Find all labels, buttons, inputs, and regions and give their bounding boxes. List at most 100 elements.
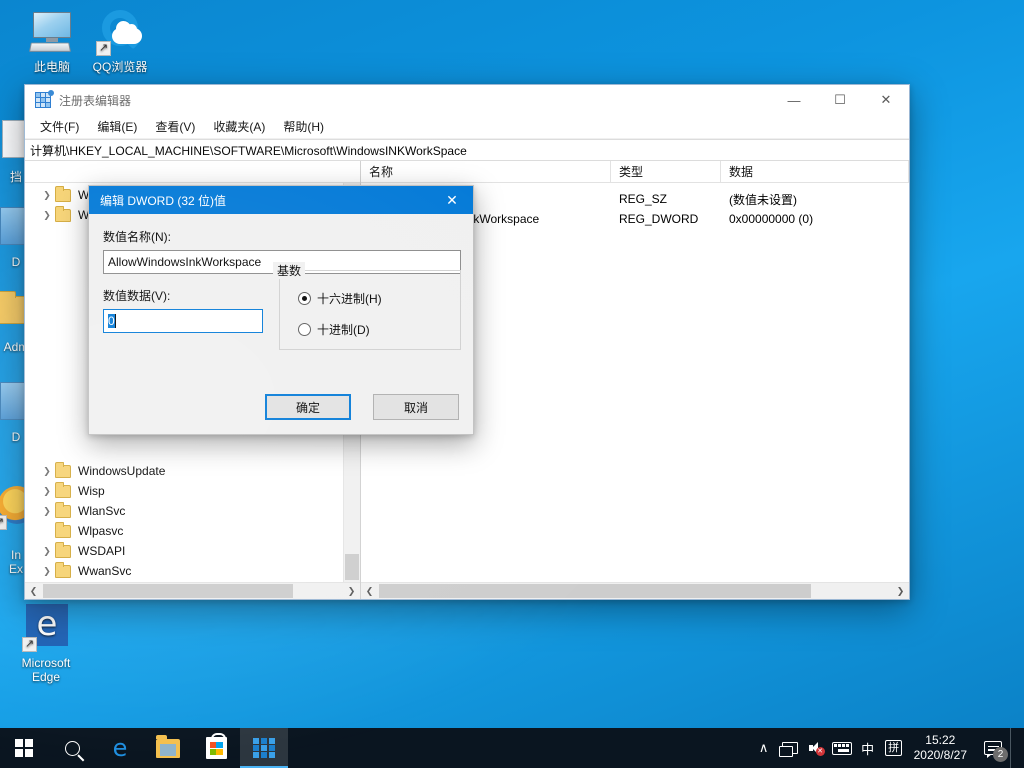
tree-node-label: WlanSvc [78, 504, 126, 518]
chevron-right-icon[interactable]: ❯ [39, 190, 55, 201]
volume-button[interactable]: ✕ [803, 728, 829, 768]
network-button[interactable] [777, 728, 803, 768]
edit-dword-dialog[interactable]: 编辑 DWORD (32 位)值 ✕ 数值名称(N): AllowWindows… [88, 185, 474, 435]
registry-editor-icon [35, 90, 54, 108]
value-data: (数值未设置) [729, 192, 797, 207]
dialog-buttons: 确定 取消 [265, 394, 459, 420]
notification-badge: 2 [993, 747, 1008, 762]
action-center-button[interactable]: 2 [976, 728, 1010, 768]
scroll-right-icon[interactable]: ❯ [892, 583, 909, 599]
menubar[interactable]: 文件(F) 编辑(E) 查看(V) 收藏夹(A) 帮助(H) [25, 115, 909, 139]
value-data-input[interactable]: 0 [103, 309, 263, 333]
dialog-body: 数值名称(N): AllowWindowsInkWorkspace 数值数据(V… [89, 214, 473, 434]
pinyin-label: 拼 [885, 740, 903, 756]
start-button[interactable] [0, 728, 48, 768]
tree-node-label: WindowsUpdate [78, 464, 166, 478]
tree-node[interactable]: ❯ Wisp [25, 481, 343, 501]
chevron-right-icon[interactable]: ❯ [39, 506, 55, 517]
window-titlebar[interactable]: 注册表编辑器 — ☐ ✕ [25, 85, 909, 115]
radio-button-icon[interactable] [298, 323, 311, 336]
dialog-titlebar[interactable]: 编辑 DWORD (32 位)值 ✕ [89, 186, 473, 214]
desktop-icon-qq-browser[interactable]: ↗ QQ浏览器 [82, 8, 158, 74]
tree-node[interactable]: ❯ WSDAPI [25, 541, 343, 561]
menu-item-view[interactable]: 查看(V) [146, 115, 204, 138]
scrollbar-thumb[interactable] [379, 584, 811, 598]
value-name-label: 数值名称(N): [103, 230, 171, 244]
column-header-type[interactable]: 类型 [611, 161, 721, 182]
system-tray[interactable]: ∧ ✕ 中 拼 15:22 2020/8/27 2 [751, 728, 1024, 768]
dialog-title: 编辑 DWORD (32 位)值 [100, 193, 227, 208]
menu-item-edit[interactable]: 编辑(E) [88, 115, 146, 138]
tree-node-label: WwanSvc [78, 564, 132, 578]
folder-icon [55, 481, 71, 498]
taskbar-edge[interactable]: e [96, 728, 144, 768]
menu-item-favorites[interactable]: 收藏夹(A) [204, 115, 274, 138]
tree-node[interactable]: ❯ WindowsUpdate [25, 461, 343, 481]
column-header-name[interactable]: 名称 [361, 161, 611, 182]
tree-node-selected[interactable]: WindowsINKWorkSpace [25, 581, 343, 582]
scroll-right-icon[interactable]: ❯ [343, 583, 360, 599]
clock-time: 15:22 [925, 733, 956, 747]
desktop[interactable]: 此电脑 ↗ QQ浏览器 挡 D Adm D ↗ In Ex e ↗ Mi [0, 0, 1024, 768]
dialog-close-button[interactable]: ✕ [431, 186, 473, 214]
desktop-icon-microsoft-edge[interactable]: e ↗ Microsoft Edge [8, 604, 84, 684]
minimize-button[interactable]: — [771, 85, 817, 115]
chevron-right-icon[interactable]: ❯ [39, 486, 55, 497]
radio-button-icon[interactable] [298, 292, 311, 305]
chevron-right-icon[interactable]: ❯ [39, 566, 55, 577]
cancel-button[interactable]: 取消 [373, 394, 459, 420]
value-type: REG_SZ [619, 192, 668, 206]
text-caret [114, 314, 116, 328]
taskbar-microsoft-store[interactable] [192, 728, 240, 768]
tree-horizontal-scrollbar[interactable]: ❮ ❯ [25, 582, 360, 599]
clock[interactable]: 15:22 2020/8/27 [907, 728, 976, 768]
shortcut-arrow-icon: ↗ [96, 41, 111, 56]
scroll-left-icon[interactable]: ❮ [361, 583, 378, 599]
taskbar-regedit[interactable] [240, 728, 288, 768]
store-icon [205, 733, 227, 759]
tree-node[interactable]: ❯ WwanSvc [25, 561, 343, 581]
taskbar-file-explorer[interactable] [144, 728, 192, 768]
search-icon [64, 740, 80, 756]
ok-button[interactable]: 确定 [265, 394, 351, 420]
address-bar[interactable]: 计算机\HKEY_LOCAL_MACHINE\SOFTWARE\Microsof… [25, 139, 909, 161]
keyboard-icon [831, 741, 852, 755]
chevron-right-icon[interactable]: ❯ [39, 210, 55, 221]
menu-item-help[interactable]: 帮助(H) [274, 115, 333, 138]
folder-icon [55, 521, 71, 538]
desktop-icon-label: Microsoft Edge [21, 656, 71, 684]
scrollbar-track[interactable] [42, 583, 343, 599]
touch-keyboard-button[interactable] [829, 728, 855, 768]
tree-node[interactable]: ❯ WlanSvc [25, 501, 343, 521]
tree-node[interactable]: Wlpasvc [25, 521, 343, 541]
scrollbar-thumb[interactable] [345, 554, 359, 580]
shortcut-arrow-icon: ↗ [0, 515, 7, 530]
value-data-input-text: 0 [108, 314, 115, 328]
taskbar[interactable]: e ∧ ✕ 中 拼 15:22 2020/8/27 2 [0, 728, 1024, 768]
maximize-button[interactable]: ☐ [817, 85, 863, 115]
show-hidden-icons-button[interactable]: ∧ [751, 728, 777, 768]
search-button[interactable] [48, 728, 96, 768]
scroll-left-icon[interactable]: ❮ [25, 583, 42, 599]
chevron-right-icon[interactable]: ❯ [39, 466, 55, 477]
value-horizontal-scrollbar[interactable]: ❮ ❯ [361, 582, 909, 599]
scrollbar-track[interactable] [378, 583, 892, 599]
menu-item-file[interactable]: 文件(F) [31, 115, 88, 138]
close-button[interactable]: ✕ [863, 85, 909, 115]
folder-icon [55, 205, 71, 222]
ime-mode-button[interactable]: 中 [855, 728, 881, 768]
radio-label: 十六进制(H) [317, 292, 382, 306]
show-desktop-button[interactable] [1010, 728, 1018, 768]
this-pc-icon [28, 8, 76, 56]
radio-hexadecimal[interactable]: 十六进制(H) [298, 290, 460, 307]
scrollbar-thumb[interactable] [43, 584, 293, 598]
value-list-header[interactable]: 名称 类型 数据 [361, 161, 909, 183]
ime-pinyin-button[interactable]: 拼 [881, 728, 907, 768]
desktop-icon-this-pc[interactable]: 此电脑 [14, 8, 90, 74]
tree-node-label: WSDAPI [78, 544, 126, 558]
column-header-data[interactable]: 数据 [721, 161, 909, 182]
radio-decimal[interactable]: 十进制(D) [298, 321, 460, 338]
folder-icon [55, 185, 71, 202]
chevron-right-icon[interactable]: ❯ [39, 546, 55, 557]
tree-node-label: Wisp [78, 484, 105, 498]
